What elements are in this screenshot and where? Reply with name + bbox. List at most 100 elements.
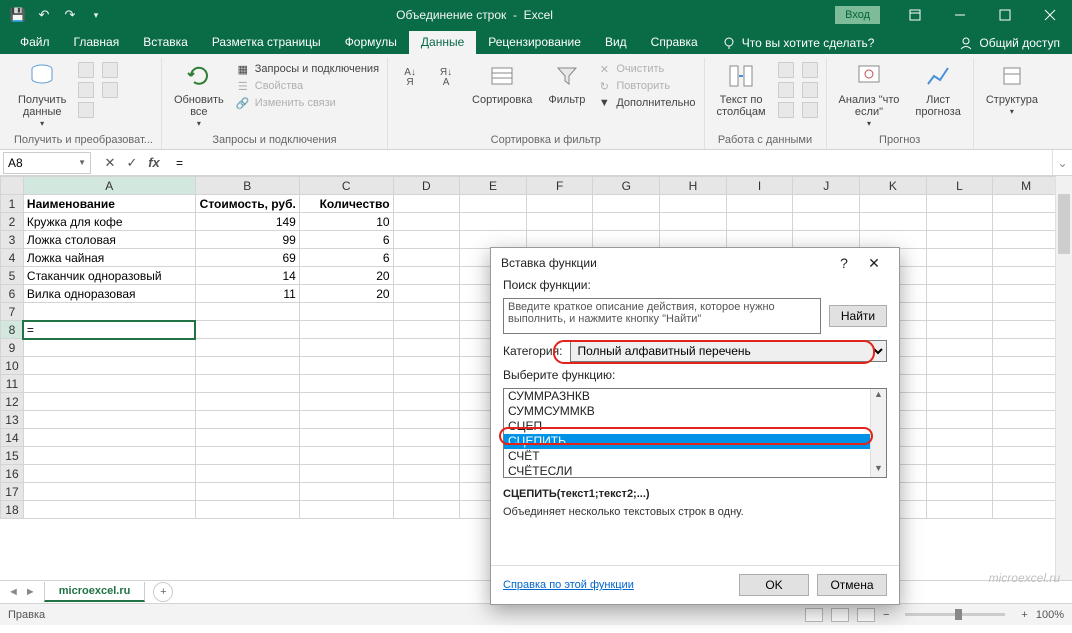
forecast-sheet-button[interactable]: Лист прогноза — [911, 58, 964, 120]
active-cell[interactable]: = — [23, 321, 195, 339]
row-header[interactable]: 17 — [1, 483, 24, 501]
cell[interactable]: Наименование — [23, 195, 195, 213]
qat-more-icon[interactable]: ▾ — [88, 7, 104, 23]
col-header[interactable]: F — [526, 177, 593, 195]
sort-button[interactable]: Сортировка — [468, 58, 536, 108]
row-header[interactable]: 4 — [1, 249, 24, 267]
row-header[interactable]: 1 — [1, 195, 24, 213]
row-header[interactable]: 7 — [1, 303, 24, 321]
row-header[interactable]: 11 — [1, 375, 24, 393]
cell[interactable]: 20 — [299, 285, 393, 303]
cell[interactable]: 11 — [195, 285, 299, 303]
function-option[interactable]: СУММСУММКВ — [504, 404, 886, 419]
outline-button[interactable]: Структура ▾ — [982, 58, 1042, 119]
cell[interactable]: 6 — [299, 231, 393, 249]
sort-za-button[interactable]: Я↓А — [432, 58, 460, 94]
col-header[interactable]: K — [860, 177, 927, 195]
ribbon-options-icon[interactable] — [892, 0, 937, 30]
col-header[interactable]: C — [299, 177, 393, 195]
col-header[interactable]: L — [926, 177, 993, 195]
sheet-tab[interactable]: microexcel.ru — [44, 582, 146, 602]
add-sheet-button[interactable]: + — [153, 582, 173, 602]
function-option-selected[interactable]: СЦЕПИТЬ — [504, 434, 886, 449]
cell[interactable]: Стоимость, руб. — [195, 195, 299, 213]
tab-data[interactable]: Данные — [409, 31, 476, 54]
cell[interactable]: Вилка одноразовая — [23, 285, 195, 303]
whatif-button[interactable]: Анализ "что если" ▾ — [835, 58, 904, 131]
undo-icon[interactable]: ↶ — [36, 7, 52, 23]
refresh-all-button[interactable]: Обновить все ▾ — [170, 58, 228, 131]
zoom-out-icon[interactable]: − — [883, 609, 889, 621]
dialog-close-icon[interactable]: ✕ — [859, 255, 889, 272]
signin-button[interactable]: Вход — [835, 6, 880, 24]
function-option[interactable]: СЧЁТ — [504, 449, 886, 464]
function-list[interactable]: СУММРАЗНКВ СУММСУММКВ СЦЕП СЦЕПИТЬ СЧЁТ … — [503, 388, 887, 478]
function-option[interactable]: СЦЕП — [504, 419, 886, 434]
vertical-scrollbar[interactable] — [1055, 176, 1072, 580]
text-to-columns-button[interactable]: Текст по столбцам — [713, 58, 770, 120]
col-header[interactable]: M — [993, 177, 1055, 195]
name-box[interactable]: A8▼ — [3, 152, 91, 174]
advanced-filter-item[interactable]: ▼Дополнительно — [597, 96, 695, 110]
tab-home[interactable]: Главная — [62, 31, 132, 54]
zoom-in-icon[interactable]: + — [1021, 609, 1027, 621]
datatools-mini-1[interactable] — [778, 58, 794, 118]
cell[interactable]: 20 — [299, 267, 393, 285]
maximize-icon[interactable] — [982, 0, 1027, 30]
tab-help[interactable]: Справка — [639, 31, 710, 54]
row-header[interactable]: 3 — [1, 231, 24, 249]
col-header[interactable]: J — [793, 177, 860, 195]
sheet-nav-next-icon[interactable]: ► — [25, 586, 36, 598]
tab-insert[interactable]: Вставка — [131, 31, 200, 54]
col-header[interactable]: E — [460, 177, 527, 195]
ok-button[interactable]: OK — [739, 574, 809, 596]
save-icon[interactable]: 💾 — [10, 7, 26, 23]
cell[interactable]: 6 — [299, 249, 393, 267]
dialog-help-icon[interactable]: ? — [829, 255, 859, 271]
minimize-icon[interactable] — [937, 0, 982, 30]
sort-az-button[interactable]: А↓Я — [396, 58, 424, 94]
view-page-break-icon[interactable] — [857, 608, 875, 622]
get-data-mini-icons[interactable] — [78, 58, 94, 118]
col-header[interactable]: H — [660, 177, 727, 195]
row-header[interactable]: 13 — [1, 411, 24, 429]
cell[interactable]: Количество — [299, 195, 393, 213]
row-header[interactable]: 10 — [1, 357, 24, 375]
zoom-slider[interactable] — [905, 613, 1005, 616]
cancel-formula-icon[interactable]: ✕ — [100, 155, 120, 171]
col-header[interactable]: D — [393, 177, 460, 195]
function-option[interactable]: СУММРАЗНКВ — [504, 389, 886, 404]
col-header[interactable]: G — [593, 177, 660, 195]
sheet-nav-prev-icon[interactable]: ◄ — [8, 586, 19, 598]
function-option[interactable]: СЧЁТЕСЛИ — [504, 464, 886, 478]
cell[interactable]: Ложка чайная — [23, 249, 195, 267]
redo-icon[interactable]: ↷ — [62, 7, 78, 23]
search-function-input[interactable] — [503, 298, 821, 334]
zoom-level[interactable]: 100% — [1036, 609, 1064, 621]
get-data-button[interactable]: Получить данные ▾ — [14, 58, 70, 131]
get-data-mini-icons-2[interactable] — [102, 58, 118, 98]
row-header[interactable]: 6 — [1, 285, 24, 303]
row-header[interactable]: 12 — [1, 393, 24, 411]
queries-connections-item[interactable]: ▦Запросы и подключения — [236, 62, 379, 76]
cell[interactable]: 149 — [195, 213, 299, 231]
row-header[interactable]: 15 — [1, 447, 24, 465]
row-header[interactable]: 9 — [1, 339, 24, 357]
tell-me[interactable]: Что вы хотите сделать? — [710, 32, 887, 54]
view-page-layout-icon[interactable] — [831, 608, 849, 622]
filter-button[interactable]: Фильтр — [544, 58, 589, 108]
cell[interactable]: Стаканчик одноразовый — [23, 267, 195, 285]
cell[interactable]: Ложка столовая — [23, 231, 195, 249]
category-select[interactable]: Полный алфавитный перечень — [570, 340, 887, 362]
cell[interactable]: 99 — [195, 231, 299, 249]
col-header[interactable]: I — [726, 177, 793, 195]
close-icon[interactable] — [1027, 0, 1072, 30]
row-header[interactable]: 18 — [1, 501, 24, 519]
row-header[interactable]: 16 — [1, 465, 24, 483]
cell[interactable]: 69 — [195, 249, 299, 267]
view-normal-icon[interactable] — [805, 608, 823, 622]
share-button[interactable]: Общий доступ — [947, 32, 1072, 54]
function-help-link[interactable]: Справка по этой функции — [503, 579, 731, 591]
find-button[interactable]: Найти — [829, 305, 887, 327]
row-header[interactable]: 5 — [1, 267, 24, 285]
